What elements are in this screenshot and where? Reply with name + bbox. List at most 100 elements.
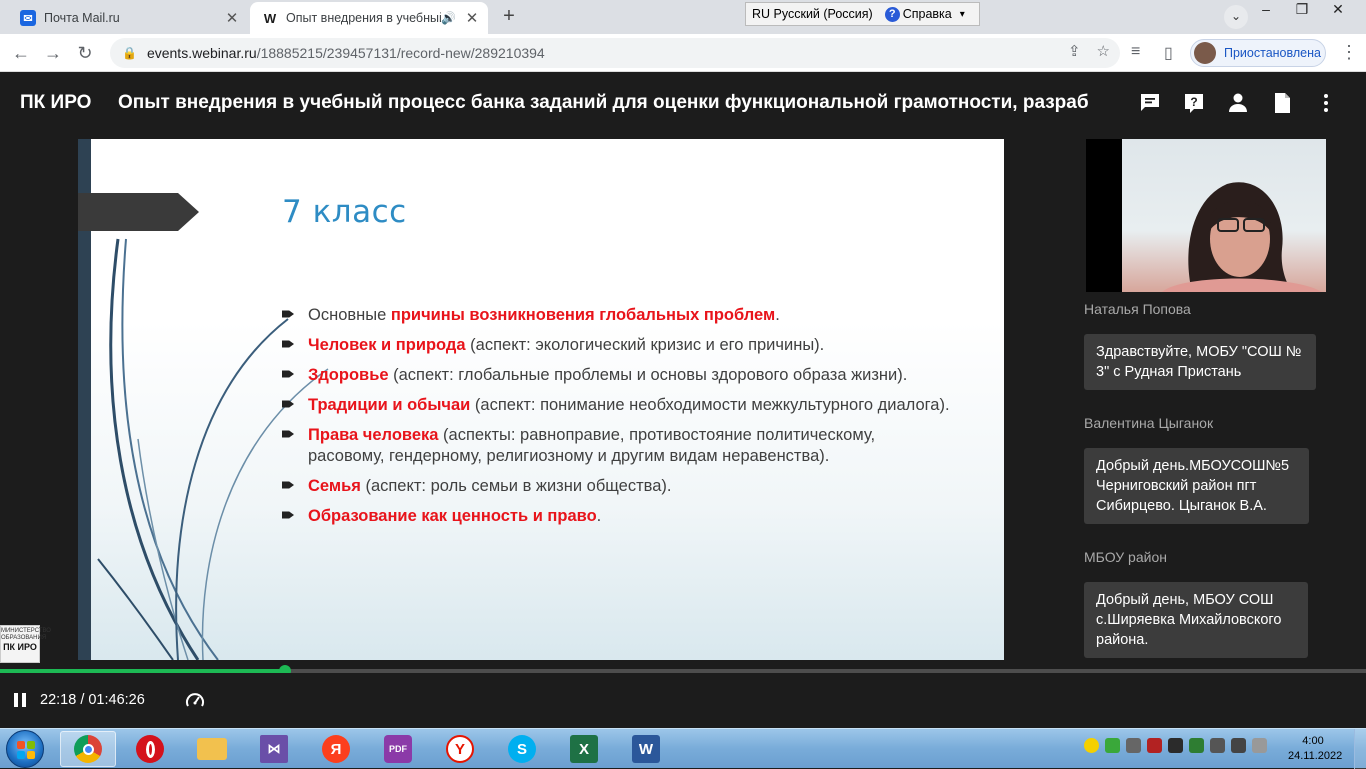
side-panel-icon[interactable]: ▯ xyxy=(1164,43,1173,63)
tray-app-icon[interactable] xyxy=(1168,738,1183,753)
more-icon[interactable] xyxy=(1314,91,1338,115)
reload-button[interactable]: ↻ xyxy=(72,40,98,66)
profile-button[interactable]: Приостановлена xyxy=(1190,39,1326,67)
speaker-icon[interactable]: 🔊 xyxy=(441,11,456,25)
volume-icon[interactable] xyxy=(1210,738,1225,753)
bullet-arrow-icon xyxy=(282,511,294,519)
bullet-highlight: Образование как ценность и право xyxy=(308,507,597,525)
pause-button[interactable] xyxy=(14,693,26,707)
back-button[interactable]: ← xyxy=(8,40,34,66)
excel-icon[interactable]: X xyxy=(556,731,612,767)
speed-icon[interactable] xyxy=(185,691,205,711)
minimize-button[interactable]: – xyxy=(1248,0,1284,20)
visual-studio-icon[interactable]: ⋈ xyxy=(246,731,302,767)
url-host: events.webinar.ru xyxy=(146,45,257,61)
question-icon[interactable]: ? xyxy=(1182,91,1206,115)
webinar-icon: W xyxy=(263,10,277,26)
share-icon[interactable]: ⇪ xyxy=(1068,42,1081,60)
opera-icon[interactable] xyxy=(122,731,178,767)
chevron-down-icon[interactable]: ▾ xyxy=(960,9,965,20)
bullet-highlight: Здоровье xyxy=(308,366,389,384)
bullet-highlight: причины возникновения глобальных проблем xyxy=(390,306,776,324)
participants-icon[interactable] xyxy=(1226,91,1250,115)
browser-toolbar: ← → ↻ 🔒 events.webinar.ru /18885215/2394… xyxy=(0,34,1366,72)
bullet-text: (аспект: понимание необходимости межкуль… xyxy=(470,396,950,414)
slide-arrow-shape xyxy=(78,193,199,231)
windows-taskbar: ⋈ Я PDF Y S X W 4:00 24.11.2022 xyxy=(0,728,1366,769)
explorer-icon[interactable] xyxy=(184,731,240,767)
tray-app-icon[interactable] xyxy=(1189,738,1204,753)
mail-icon: ✉ xyxy=(20,10,36,26)
presenter-silhouette xyxy=(1162,182,1322,292)
document-icon[interactable] xyxy=(1270,91,1294,115)
window-controls: – ❐ ✕ xyxy=(1248,0,1356,20)
forward-button[interactable]: → xyxy=(40,40,66,66)
tray-app-icon[interactable] xyxy=(1105,738,1120,753)
bullet-highlight: Семья xyxy=(308,477,361,495)
word-icon[interactable]: W xyxy=(618,731,674,767)
bullet-arrow-icon xyxy=(282,400,294,408)
browser-tabstrip: ✉ Почта Mail.ru ✕ W Опыт внедрения в уче… xyxy=(0,0,1366,34)
tray-app-icon[interactable] xyxy=(1084,738,1099,753)
bullet-item: Образование как ценность и право. xyxy=(282,506,952,527)
help-button[interactable]: ? Справка xyxy=(884,6,952,22)
player-controls: 22:18 / 01:46:26 xyxy=(0,673,1366,728)
new-tab-button[interactable]: + xyxy=(496,6,522,28)
presentation-slide: 7 класс Основные причины возникновения г… xyxy=(78,139,1004,660)
presenter-video[interactable] xyxy=(1086,139,1326,292)
tab-search-button[interactable]: ⌄ xyxy=(1224,5,1248,29)
url-path: /18885215/239457131/record-new/289210394 xyxy=(256,45,545,61)
language-bar[interactable]: RU Русский (Россия) ? Справка ▾ xyxy=(745,2,980,26)
webinar-header: ПК ИРО Опыт внедрения в учебный процесс … xyxy=(0,72,1366,132)
clock-time: 4:00 xyxy=(1302,735,1324,747)
taskbar-clock[interactable]: 4:00 24.11.2022 xyxy=(1288,734,1343,764)
pdf-icon[interactable]: PDF xyxy=(370,731,426,767)
chat-icon[interactable] xyxy=(1138,91,1162,115)
bullet-arrow-icon xyxy=(282,430,294,438)
bullet-item: Здоровье (аспект: глобальные проблемы и … xyxy=(282,365,952,386)
profile-status: Приостановлена xyxy=(1224,46,1321,60)
event-title: Опыт внедрения в учебный процесс банка з… xyxy=(118,92,1089,113)
lock-icon[interactable]: 🔒 xyxy=(122,46,137,60)
chat-author: Валентина Цыганок xyxy=(1084,415,1214,431)
help-icon: ? xyxy=(884,6,900,22)
tab-webinar[interactable]: W Опыт внедрения в учебный 🔊 ✕ xyxy=(250,2,488,34)
bullet-highlight: Человек и природа xyxy=(308,336,466,354)
tab-title: Почта Mail.ru xyxy=(44,11,120,25)
bullet-item: Традиции и обычаи (аспект: понимание нео… xyxy=(282,395,952,416)
network-icon[interactable] xyxy=(1231,738,1246,753)
bullet-text: (аспект: глобальные проблемы и основы зд… xyxy=(388,366,908,384)
slide-bullet-list: Основные причины возникновения глобальны… xyxy=(282,305,952,536)
address-bar[interactable]: 🔒 events.webinar.ru /18885215/239457131/… xyxy=(110,38,1120,68)
flag-icon[interactable] xyxy=(1252,738,1267,753)
show-desktop-button[interactable] xyxy=(1354,729,1366,769)
tray-app-icon[interactable] xyxy=(1147,738,1162,753)
presenter-name: Наталья Попова xyxy=(1084,301,1191,317)
reading-list-icon[interactable]: ≡ xyxy=(1131,43,1140,61)
restore-button[interactable]: ❐ xyxy=(1284,0,1320,20)
chat-message: Добрый день.МБОУСОШ№5 Черниговский район… xyxy=(1084,448,1309,524)
organization-name: ПК ИРО xyxy=(20,92,92,113)
bullet-text: . xyxy=(596,507,602,525)
star-icon[interactable]: ☆ xyxy=(1097,42,1110,60)
bullet-arrow-icon xyxy=(282,481,294,489)
bullet-arrow-icon xyxy=(282,340,294,348)
chat-message-text: Добрый день, МБОУ СОШ с.Ширяевка Михайло… xyxy=(1096,592,1282,648)
yandex-browser-icon[interactable]: Y xyxy=(432,731,488,767)
chrome-icon[interactable] xyxy=(60,731,116,767)
tray-app-icon[interactable] xyxy=(1126,738,1141,753)
yandex-icon[interactable]: Я xyxy=(308,731,364,767)
browser-menu-icon[interactable]: ⋮ xyxy=(1340,42,1358,63)
close-icon[interactable]: ✕ xyxy=(222,9,242,27)
clock-date: 24.11.2022 xyxy=(1288,750,1343,762)
close-icon[interactable]: ✕ xyxy=(462,9,482,27)
language-label[interactable]: RU Русский (Россия) xyxy=(752,7,873,21)
system-tray xyxy=(1084,738,1267,753)
skype-icon[interactable]: S xyxy=(494,731,550,767)
tab-mail[interactable]: ✉ Почта Mail.ru ✕ xyxy=(8,2,248,34)
start-button[interactable] xyxy=(6,730,44,768)
chat-message-text: Здравствуйте, МОБУ "СОШ № 3" с Рудная Пр… xyxy=(1096,344,1302,380)
svg-text:?: ? xyxy=(1190,95,1197,109)
video-frame xyxy=(1122,139,1326,292)
close-window-button[interactable]: ✕ xyxy=(1320,0,1356,20)
